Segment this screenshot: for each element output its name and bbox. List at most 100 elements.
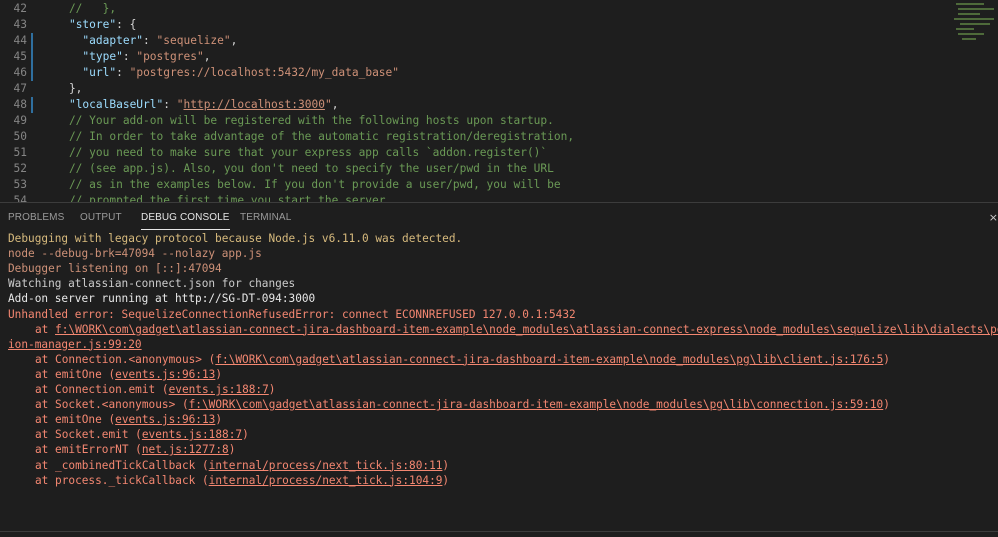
code-text: // In order to take advantage of the aut… (42, 129, 574, 145)
code-line[interactable]: 43 "store": { (0, 17, 950, 33)
code-token: // }, (42, 2, 117, 15)
code-line[interactable]: 47 }, (0, 81, 950, 97)
console-text: Add-on server running at http://SG-DT-09… (8, 292, 316, 306)
code-token: : (122, 50, 137, 63)
code-text: "adapter": "sequelize", (42, 33, 237, 49)
code-line[interactable]: 44 "adapter": "sequelize", (0, 33, 950, 49)
console-text: ) (883, 352, 890, 366)
file-link[interactable]: f:\WORK\com\gadget\atlassian-connect-jir… (189, 398, 884, 411)
line-number: 48 (13, 98, 27, 111)
code-token: "sequelize" (156, 34, 231, 47)
code-token: "postgres://localhost:5432/my_data_base" (129, 66, 400, 79)
console-text: ) (228, 443, 236, 457)
code-token: : (163, 98, 177, 111)
close-icon[interactable]: × (989, 211, 998, 224)
tab-terminal[interactable]: TERMINAL (240, 212, 291, 223)
code-text: "localBaseUrl": "http://localhost:3000", (42, 97, 338, 113)
code-text: // Your add-on will be registered with t… (42, 113, 554, 129)
console-text: ) (268, 383, 276, 396)
code-token: // prompted the first time you start the… (42, 194, 393, 202)
code-text: "url": "postgres://localhost:5432/my_dat… (42, 65, 399, 81)
code-line[interactable]: 53 // as in the examples below. If you d… (0, 177, 950, 193)
console-text: at Connection.emit ( (35, 383, 169, 396)
console-line: Debugger listening on [::]:47094 (0, 261, 998, 276)
line-number: 52 (13, 162, 27, 175)
file-link[interactable]: net.js:1277:8 (142, 443, 229, 456)
console-text: Unhandled error: SequelizeConnectionRefu… (8, 307, 576, 321)
file-link[interactable]: events.js:96:13 (115, 413, 215, 426)
console-line: at Connection.emit (events.js:188:7) (0, 382, 998, 397)
line-number: 47 (13, 82, 27, 95)
code-line[interactable]: 49 // Your add-on will be registered wit… (0, 113, 950, 129)
code-line[interactable]: 45 "type": "postgres", (0, 49, 950, 65)
code-line[interactable]: 48 "localBaseUrl": "http://localhost:300… (0, 97, 950, 113)
file-link[interactable]: internal/process/next_tick.js:104:9 (209, 474, 443, 487)
console-text: ) (442, 458, 450, 472)
code-text: // (see app.js). Also, you don't need to… (42, 161, 554, 177)
panel-divider (0, 531, 998, 532)
console-text: at emitErrorNT ( (35, 443, 142, 457)
code-text: // as in the examples below. If you don'… (42, 177, 561, 193)
code-token: , (230, 34, 238, 47)
code-line[interactable]: 42 // }, (0, 1, 950, 17)
console-text: at Socket.emit ( (35, 428, 142, 442)
line-number: 46 (13, 66, 27, 79)
file-link[interactable]: f:\WORK\com\gadget\atlassian-connect-jir… (55, 323, 998, 336)
console-text: Debugger listening on [::]:47094 (8, 262, 222, 276)
console-line: at emitErrorNT (net.js:1277:8) (0, 442, 998, 457)
code-token: // (see app.js). Also, you don't need to… (42, 162, 554, 175)
file-link[interactable]: internal/process/next_tick.js:80:11 (209, 459, 443, 472)
line-number: 50 (13, 130, 27, 143)
console-text: at _combinedTickCallback ( (35, 458, 209, 472)
code-token: " (324, 98, 332, 111)
console-line: ion-manager.js:99:20 (0, 337, 998, 352)
console-text: ) (215, 367, 223, 381)
file-link[interactable]: events.js:188:7 (142, 428, 242, 441)
bottom-panel: PROBLEMS OUTPUT DEBUG CONSOLE TERMINAL × De… (0, 202, 998, 537)
console-text: at (35, 322, 56, 336)
panel-tabs: PROBLEMS OUTPUT DEBUG CONSOLE TERMINAL (0, 203, 998, 231)
code-editor[interactable]: 42 // }, 43 "store": {44 "adapter": "sequ… (0, 0, 998, 202)
code-line[interactable]: 51 // you need to make sure that your ex… (0, 145, 950, 161)
code-token: // you need to make sure that your expre… (42, 146, 548, 159)
code-token: "store" (68, 18, 117, 31)
code-token: "type" (82, 50, 123, 63)
modified-line-marker (31, 49, 33, 65)
file-link[interactable]: events.js:96:13 (115, 368, 215, 381)
console-text: at emitOne ( (35, 367, 116, 381)
console-text: Debugging with legacy protocol because N… (8, 232, 463, 245)
url-link[interactable]: http://localhost:3000 (183, 98, 324, 111)
file-link[interactable]: f:\WORK\com\gadget\atlassian-connect-jir… (215, 353, 883, 366)
console-text: ) (442, 473, 450, 487)
code-token: "postgres" (136, 50, 204, 63)
console-line: Watching atlassian-connect.json for chan… (0, 276, 998, 291)
tab-output[interactable]: OUTPUT (80, 212, 122, 223)
console-text: at process._tickCallback ( (35, 473, 209, 487)
code-line[interactable]: 46 "url": "postgres://localhost:5432/my_… (0, 65, 950, 81)
code-line[interactable]: 50 // In order to take advantage of the … (0, 129, 950, 145)
console-line: at f:\WORK\com\gadget\atlassian-connect-… (0, 322, 998, 337)
tab-debug-console[interactable]: DEBUG CONSOLE (141, 212, 230, 230)
line-number: 43 (13, 18, 27, 31)
tab-problems[interactable]: PROBLEMS (8, 212, 64, 223)
code-line[interactable]: 52 // (see app.js). Also, you don't need… (0, 161, 950, 177)
file-link[interactable]: ion-manager.js:99:20 (8, 338, 142, 351)
code-token: // as in the examples below. If you don'… (42, 178, 561, 191)
code-text: // prompted the first time you start the… (42, 193, 392, 202)
minimap[interactable] (952, 0, 998, 50)
console-line: at emitOne (events.js:96:13) (0, 367, 998, 382)
console-line: at process._tickCallback (internal/proce… (0, 473, 998, 488)
console-text: Watching atlassian-connect.json for chan… (8, 277, 296, 291)
code-token: // Your add-on will be registered with t… (42, 114, 554, 127)
code-token: : (116, 66, 130, 79)
console-line: Add-on server running at http://SG-DT-09… (0, 291, 998, 306)
file-link[interactable]: events.js:188:7 (169, 383, 269, 396)
code-text: "store": { (42, 17, 136, 33)
code-token: "url" (82, 66, 117, 79)
code-line[interactable]: 54 // prompted the first time you start … (0, 193, 950, 202)
line-number: 53 (13, 178, 27, 191)
line-number: 42 (13, 2, 27, 15)
